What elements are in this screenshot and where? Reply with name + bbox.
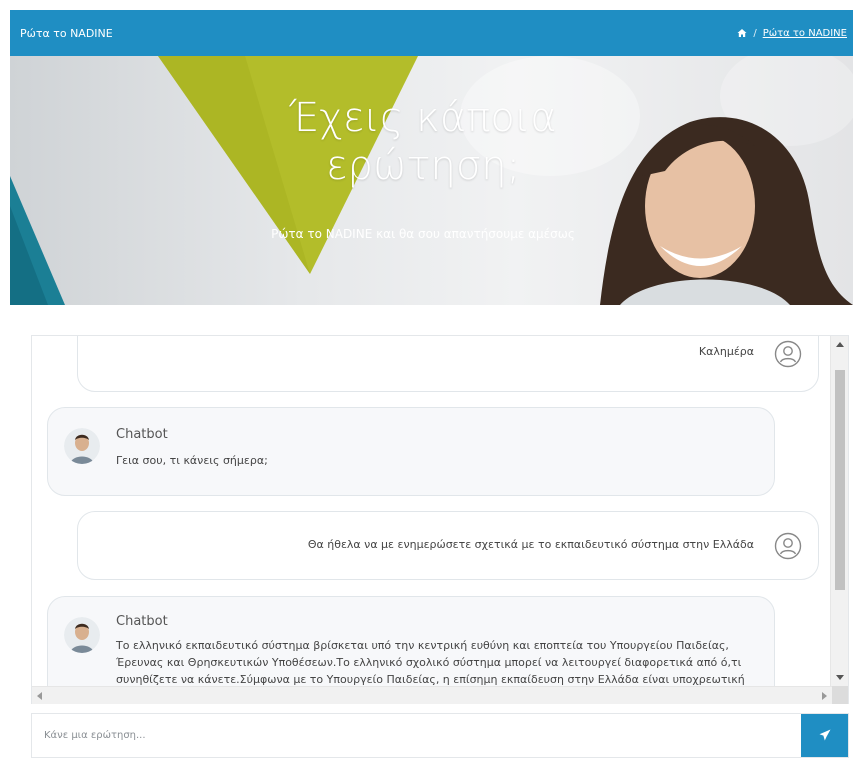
breadcrumb-separator: / [753, 27, 757, 39]
home-icon[interactable] [737, 28, 747, 38]
chatbot-avatar [64, 617, 100, 653]
bot-message: Chatbot Γεια σου, τι κάνεις σήμερα; [47, 407, 775, 496]
scrollbar-thumb[interactable] [835, 370, 845, 590]
chat-window: Καλημέρα Chatbot Γεια σου, τι κάνεις σήμ… [31, 335, 849, 704]
breadcrumb: / Ρώτα το NADINE [737, 28, 847, 39]
ask-form [31, 713, 849, 758]
user-circle-icon [774, 532, 802, 560]
scroll-left-arrow-icon[interactable] [37, 692, 42, 700]
bot-message-line: Έρευνας και Θρησκευτικών Υποθέσεων.Το ελ… [116, 656, 742, 669]
bot-message-text: Το ελληνικό εκπαιδευτικό σύστημα βρίσκετ… [116, 637, 745, 686]
user-message-text: Θα ήθελα να με ενημερώσετε σχετικά με το… [307, 538, 754, 551]
hero-text: Έχεις κάποια ερώτηση; Ρώτα το NADINE και… [10, 56, 853, 305]
chat-messages[interactable]: Καλημέρα Chatbot Γεια σου, τι κάνεις σήμ… [32, 336, 832, 686]
bot-message-text: Γεια σου, τι κάνεις σήμερα; [116, 454, 268, 467]
scroll-up-arrow-icon[interactable] [836, 342, 844, 347]
scrollbar-corner [832, 686, 848, 704]
user-circle-icon [774, 340, 802, 368]
bot-message-line: συνηθίζετε να κάνετε.Σύμφωνα με το Υπουρ… [116, 673, 745, 686]
bot-message: Chatbot Το ελληνικό εκπαιδευτικό σύστημα… [47, 596, 775, 686]
page-title: Ρώτα το NADINE [20, 26, 113, 40]
hero-banner: Έχεις κάποια ερώτηση; Ρώτα το NADINE και… [10, 56, 853, 305]
vertical-scrollbar[interactable] [830, 336, 848, 686]
question-input[interactable] [32, 714, 802, 757]
chatbot-avatar [64, 428, 100, 464]
hero-subtitle: Ρώτα το NADINE και θα σου απαντήσουμε αμ… [271, 227, 575, 241]
breadcrumb-current-link[interactable]: Ρώτα το NADINE [763, 28, 847, 39]
send-button[interactable] [801, 714, 848, 757]
user-message: Θα ήθελα να με ενημερώσετε σχετικά με το… [77, 511, 819, 580]
hero-title: Έχεις κάποια ερώτηση; [289, 95, 557, 189]
bot-message-line: Το ελληνικό εκπαιδευτικό σύστημα βρίσκετ… [116, 639, 729, 652]
page: Ρώτα το NADINE / Ρώτα το NADINE Έχεις κά… [0, 0, 863, 770]
scroll-right-arrow-icon[interactable] [822, 692, 827, 700]
horizontal-scrollbar[interactable] [32, 686, 832, 704]
top-bar: Ρώτα το NADINE / Ρώτα το NADINE [10, 10, 853, 56]
paper-plane-icon [819, 726, 831, 745]
user-message-text: Καλημέρα [698, 345, 754, 358]
chatbot-name: Chatbot [116, 427, 168, 442]
scroll-down-arrow-icon[interactable] [836, 675, 844, 680]
user-message: Καλημέρα [77, 336, 819, 392]
chatbot-name: Chatbot [116, 614, 168, 629]
